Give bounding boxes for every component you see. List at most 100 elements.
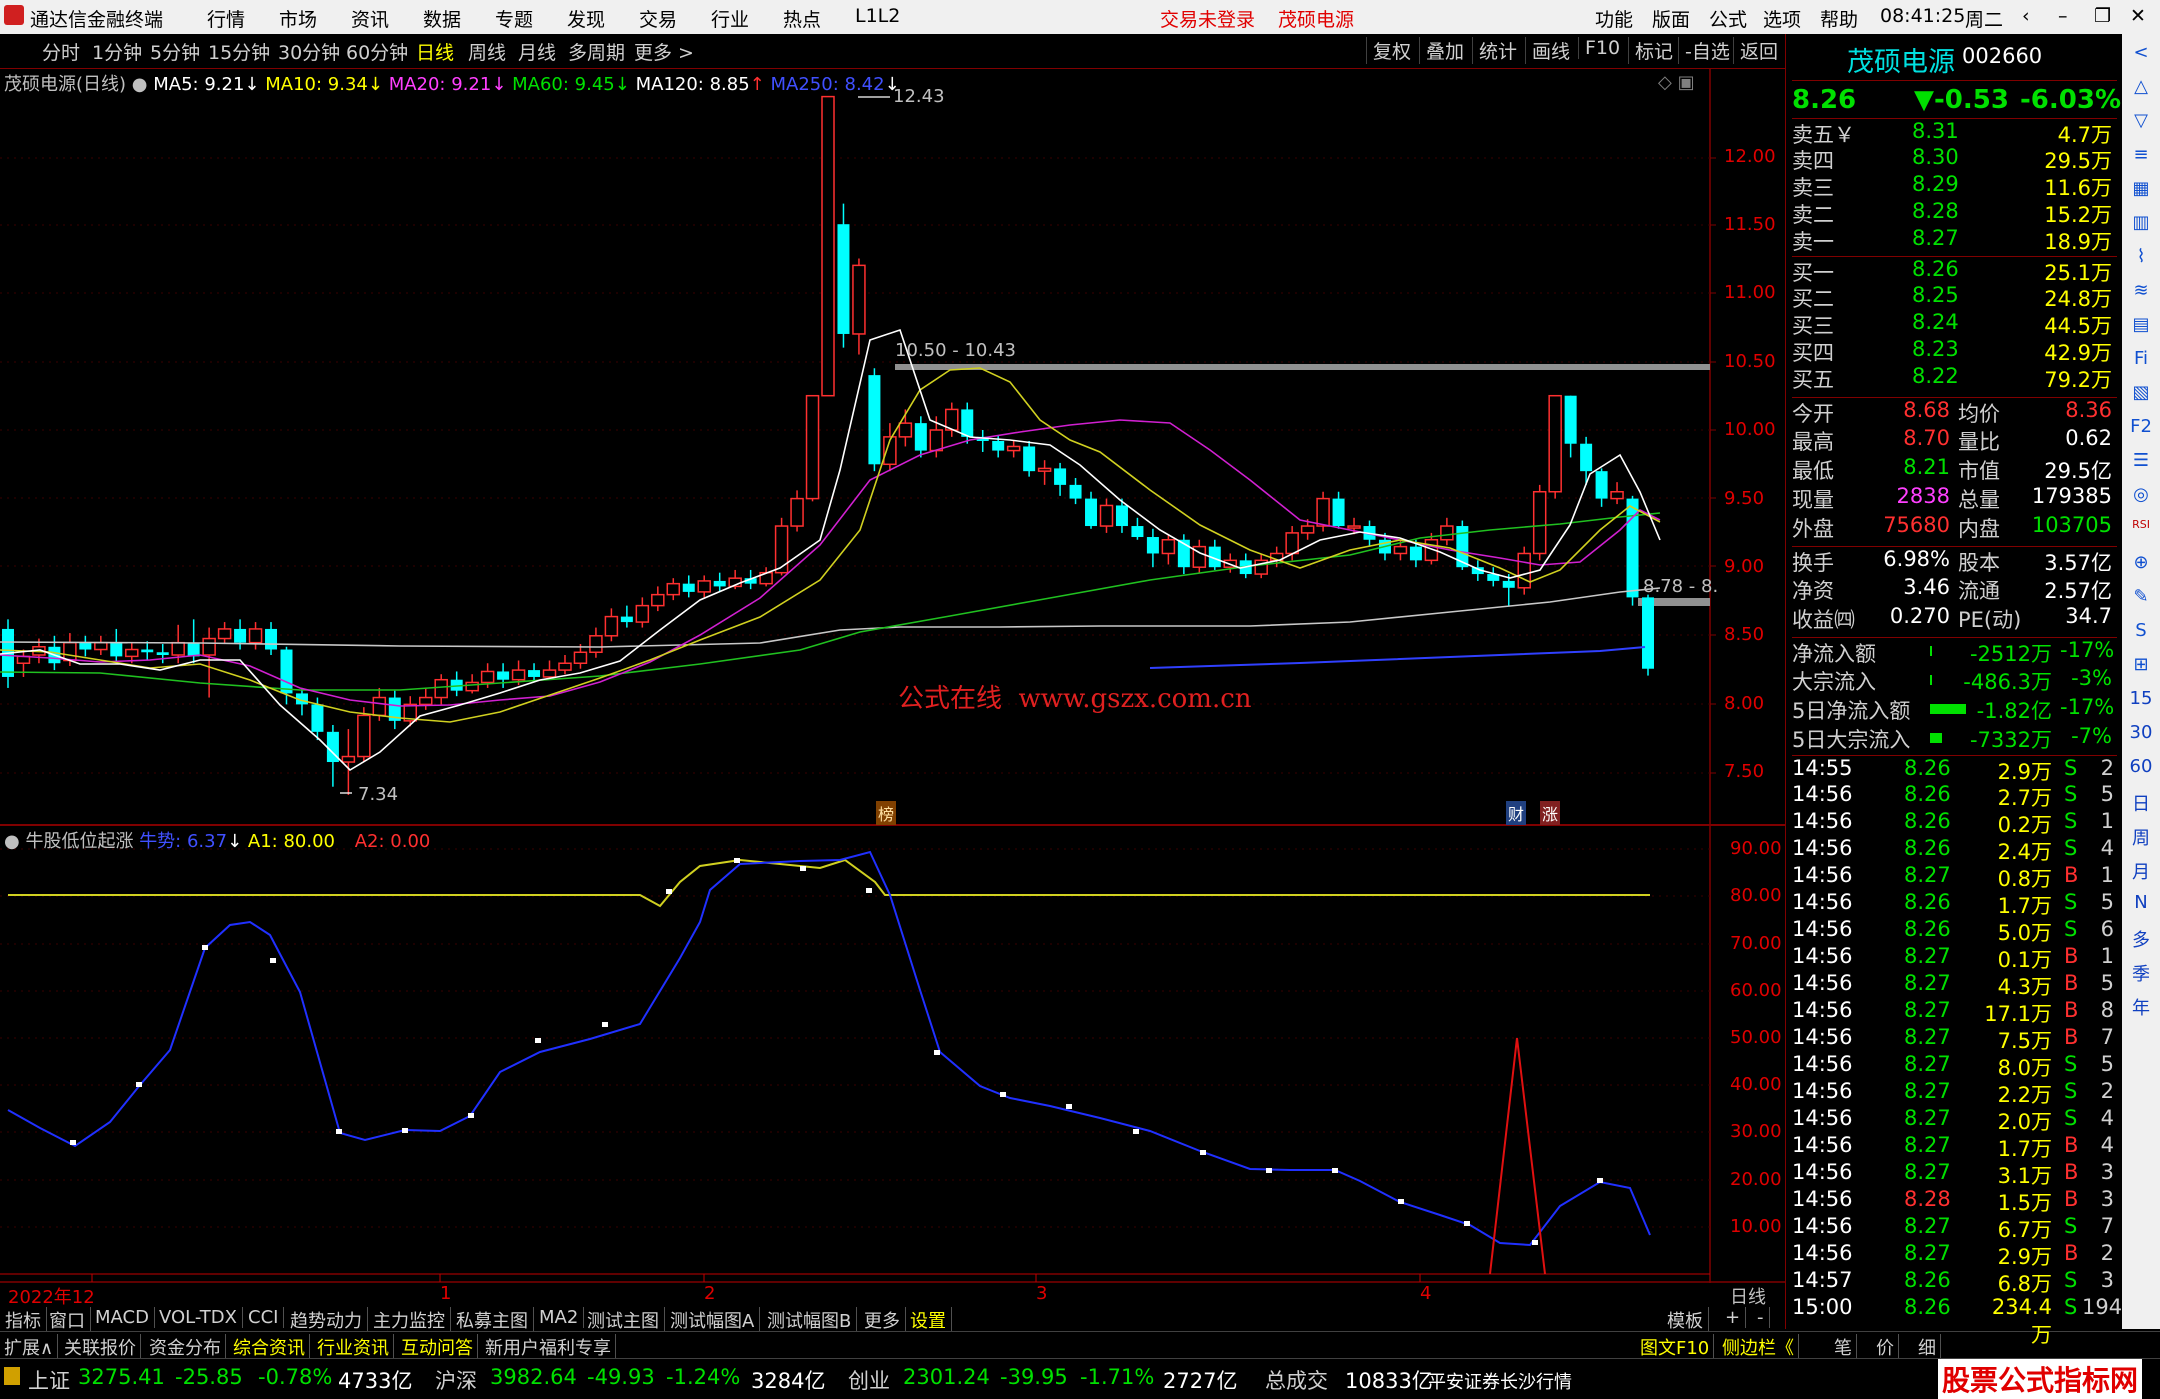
btn-diejia[interactable]: 叠加 — [1419, 37, 1464, 64]
period-30min[interactable]: 30分钟 — [278, 38, 340, 65]
tab-ma2[interactable]: MA2 — [534, 1307, 585, 1328]
tab-hangyezixun[interactable]: 行业资讯 — [313, 1334, 394, 1360]
tab-zhibiao[interactable]: 指标 — [0, 1307, 47, 1333]
btn-tongji[interactable]: 统计 — [1472, 37, 1517, 64]
tab-simu[interactable]: 私募主图 — [451, 1307, 534, 1333]
candle-body[interactable] — [898, 422, 913, 438]
index-cy-label[interactable]: 创业 — [848, 1365, 890, 1395]
candle-body[interactable] — [1595, 471, 1608, 499]
back-arrow-icon[interactable]: ‹ — [2022, 5, 2030, 27]
candle-body[interactable] — [1564, 395, 1577, 444]
candle-body[interactable] — [1610, 490, 1624, 500]
btn-zixuan[interactable]: -自选 — [1678, 37, 1730, 64]
close-icon[interactable]: ✕ — [2130, 5, 2146, 27]
candle-body[interactable] — [558, 662, 572, 671]
candle-body[interactable] — [992, 440, 1005, 451]
candle-body[interactable] — [311, 704, 324, 732]
menu-gongshi[interactable]: 公式 — [1709, 5, 1747, 32]
candle-body[interactable] — [1161, 539, 1176, 555]
candle-body[interactable] — [187, 642, 200, 657]
candle-body[interactable] — [94, 641, 108, 651]
tag-zhang[interactable]: 涨 — [1540, 801, 1561, 825]
candle-body[interactable] — [713, 580, 726, 587]
candle-body[interactable] — [1548, 394, 1562, 493]
fi-icon[interactable]: Fi — [2128, 348, 2154, 374]
candle-body[interactable] — [125, 648, 139, 658]
candle-body[interactable] — [1115, 505, 1128, 527]
week-icon[interactable]: 周 — [2128, 824, 2154, 850]
tab-macd[interactable]: MACD — [90, 1307, 155, 1328]
candle-body[interactable] — [1006, 445, 1021, 452]
candle-body[interactable] — [805, 394, 820, 500]
candle-body[interactable] — [1580, 443, 1593, 472]
wave-icon[interactable]: ≋ — [2128, 280, 2154, 306]
candle-body[interactable] — [202, 637, 216, 656]
period-multi[interactable]: 多周期 — [568, 38, 625, 65]
candle-body[interactable] — [1409, 546, 1422, 561]
tab-bi[interactable]: 笔 — [1830, 1334, 1857, 1360]
tab-tuwen-f10[interactable]: 图文F10 — [1636, 1334, 1715, 1360]
candle-body[interactable] — [1440, 525, 1454, 541]
period-5min[interactable]: 5分钟 — [150, 38, 200, 65]
bars-icon[interactable]: ▥ — [2128, 212, 2154, 238]
tab-guanlian[interactable]: 关联报价 — [60, 1334, 141, 1360]
chart-settings-icon[interactable]: ◇ ▣ — [1658, 72, 1695, 93]
candle-body[interactable] — [635, 604, 650, 623]
tab-shezhi[interactable]: 设置 — [905, 1307, 952, 1333]
menu-item-zhuanti[interactable]: 专题 — [495, 5, 533, 32]
list-icon[interactable]: ≡ — [2128, 144, 2154, 170]
tab-zhuli[interactable]: 主力监控 — [368, 1307, 451, 1333]
candle-body[interactable] — [357, 714, 371, 758]
kline-chart-svg[interactable] — [0, 68, 1785, 1283]
candle-body[interactable] — [1347, 525, 1361, 529]
menu-item-shuju[interactable]: 数据 — [423, 5, 461, 32]
candle-body[interactable] — [1023, 446, 1036, 472]
candle-body[interactable] — [1099, 504, 1114, 527]
settings-dot-icon[interactable]: ● — [4, 831, 20, 852]
index-hs-label[interactable]: 沪深 — [435, 1365, 477, 1395]
pen-icon[interactable]: ✎ — [2128, 586, 2154, 612]
restore-icon[interactable]: ❐ — [2094, 5, 2111, 27]
candle-body[interactable] — [63, 641, 77, 662]
candle-body[interactable] — [110, 642, 123, 657]
candle-body[interactable] — [217, 628, 232, 640]
tab-jia[interactable]: 价 — [1872, 1334, 1899, 1360]
menu-banmian[interactable]: 版面 — [1652, 5, 1690, 32]
candle-body[interactable] — [1517, 552, 1531, 589]
tab-zonghe[interactable]: 综合资讯 — [229, 1334, 310, 1360]
login-status[interactable]: 交易未登录 — [1160, 5, 1255, 32]
candle-body[interactable] — [651, 593, 665, 607]
candle-body[interactable] — [280, 649, 293, 694]
tab-ceshizhutu[interactable]: 测试主图 — [582, 1307, 665, 1333]
tab-zijin[interactable]: 资金分布 — [145, 1334, 226, 1360]
candle-body[interactable] — [418, 696, 433, 706]
index-sh-label[interactable]: 上证 — [28, 1365, 70, 1395]
candle-body[interactable] — [234, 628, 247, 643]
candle-body[interactable] — [171, 641, 185, 656]
candle-body[interactable] — [837, 224, 850, 334]
candle-body[interactable] — [528, 670, 541, 677]
up-icon[interactable]: △ — [2128, 76, 2154, 102]
menu-item-l1l2[interactable]: L1L2 — [855, 5, 900, 27]
period-daily[interactable]: 日线 — [416, 38, 454, 65]
candle-body[interactable] — [1146, 537, 1159, 554]
menu-item-redian[interactable]: 热点 — [783, 5, 821, 32]
candle-body[interactable] — [929, 429, 944, 452]
layout-icon[interactable]: ⊞ — [2128, 654, 2154, 680]
tab-xinyonghu[interactable]: 新用户福利专享 — [481, 1334, 616, 1360]
down-icon[interactable]: ▽ — [2128, 110, 2154, 136]
menu-item-jiaoyi[interactable]: 交易 — [639, 5, 677, 32]
menu-item-faxian[interactable]: 发现 — [567, 5, 605, 32]
day-icon[interactable]: 日 — [2128, 790, 2154, 816]
tab-qushi[interactable]: 趋势动力 — [285, 1307, 368, 1333]
minimize-icon[interactable]: – — [2058, 5, 2068, 27]
candle-body[interactable] — [1131, 526, 1144, 538]
tab-hudong[interactable]: 互动问答 — [397, 1334, 478, 1360]
season-icon[interactable]: 季 — [2128, 960, 2154, 986]
menu-xuanxiang[interactable]: 选项 — [1763, 5, 1801, 32]
menu-item-zixun[interactable]: 资讯 — [351, 5, 389, 32]
candle-body[interactable] — [1532, 490, 1547, 555]
tab-xi[interactable]: 细 — [1914, 1334, 1941, 1360]
tab-cebianlan[interactable]: 侧边栏《 — [1718, 1334, 1799, 1360]
candle-body[interactable] — [372, 696, 387, 717]
